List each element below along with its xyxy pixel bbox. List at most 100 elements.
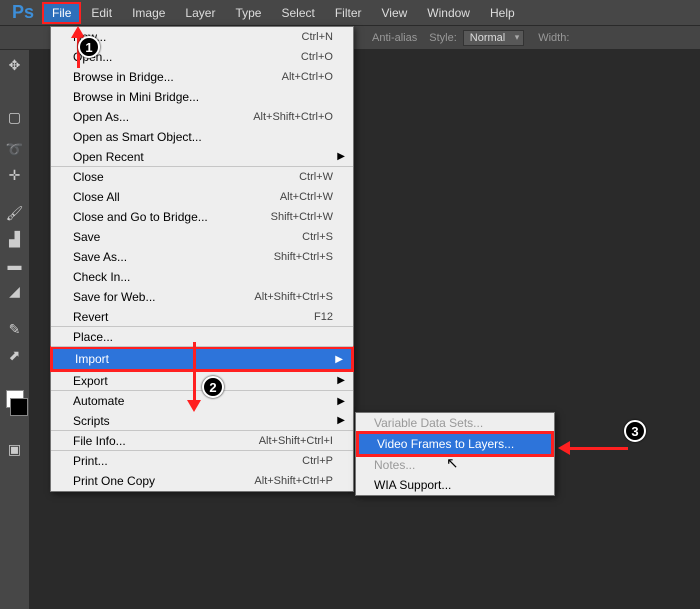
menu-item-label: File Info... [73, 434, 126, 448]
menu-item-label: Scripts [73, 414, 110, 428]
menu-item-close-and-go-to-bridge[interactable]: Close and Go to Bridge... Shift+Ctrl+W [51, 207, 353, 227]
menu-item-label: Export [73, 374, 108, 388]
menu-item-shortcut: F12 [314, 311, 333, 323]
menu-item-browse-in-bridge[interactable]: Browse in Bridge... Alt+Ctrl+O [51, 67, 353, 87]
path-tool-icon[interactable]: ⬈ [4, 344, 26, 366]
menu-item-shortcut: Ctrl+O [301, 51, 333, 63]
submenu-arrow-icon: ▶ [335, 354, 343, 365]
menu-item-label: Save [73, 230, 100, 244]
menu-file[interactable]: File [42, 2, 81, 24]
crop-tool-icon[interactable]: ✛ [4, 164, 26, 186]
menu-item-label: Open as Smart Object... [73, 130, 202, 144]
menu-item-import[interactable]: Import ▶ [53, 349, 351, 369]
menu-item-shortcut: Ctrl+P [302, 455, 333, 467]
menu-item-shortcut: Alt+Shift+Ctrl+P [254, 475, 333, 487]
menu-item-print[interactable]: Print... Ctrl+P [51, 451, 353, 471]
submenu-arrow-icon: ▶ [337, 396, 345, 407]
annotation-arrow-3 [568, 447, 628, 450]
menu-item-open-recent[interactable]: Open Recent ▶ [51, 147, 353, 167]
brush-tool-icon[interactable]: 🖌 [4, 202, 26, 224]
menu-item-shortcut: Ctrl+S [302, 231, 333, 243]
menu-item-label: Print One Copy [73, 474, 155, 488]
move-tool-icon[interactable]: ✥ [4, 54, 26, 76]
menu-item-close-all[interactable]: Close All Alt+Ctrl+W [51, 187, 353, 207]
menu-item-save[interactable]: Save Ctrl+S [51, 227, 353, 247]
menu-item-shortcut: Ctrl+W [299, 171, 333, 183]
menu-type[interactable]: Type [225, 2, 271, 24]
file-dropdown: New...Ctrl+NOpen...Ctrl+OBrowse in Bridg… [50, 26, 354, 492]
menu-select[interactable]: Select [271, 2, 324, 24]
menu-item-shortcut: Shift+Ctrl+W [271, 211, 333, 223]
menu-image[interactable]: Image [122, 2, 175, 24]
menu-item-shortcut: Alt+Ctrl+W [280, 191, 333, 203]
menu-item-shortcut: Alt+Shift+Ctrl+O [253, 111, 333, 123]
menu-item-file-info[interactable]: File Info... Alt+Shift+Ctrl+I [51, 431, 353, 451]
menu-item-label: Place... [73, 330, 113, 344]
gradient-tool-icon[interactable]: ◢ [4, 280, 26, 302]
menu-item-shortcut: Alt+Shift+Ctrl+I [259, 435, 333, 447]
annotation-badge-3: 3 [624, 420, 646, 442]
menu-item-label: Revert [73, 310, 108, 324]
style-select[interactable]: Normal [463, 30, 524, 46]
eraser-tool-icon[interactable]: ▬ [4, 254, 26, 276]
menu-window[interactable]: Window [417, 2, 480, 24]
menu-item-close[interactable]: Close Ctrl+W [51, 167, 353, 187]
menu-item-label: Save for Web... [73, 290, 155, 304]
menu-item-label: Save As... [73, 250, 127, 264]
annotation-arrow-2 [193, 342, 196, 402]
menu-item-automate[interactable]: Automate ▶ [51, 391, 353, 411]
menu-item-label: Browse in Mini Bridge... [73, 90, 199, 104]
annotation-badge-1: 1 [78, 36, 100, 58]
menu-item-shortcut: Alt+Shift+Ctrl+S [254, 291, 333, 303]
menu-item-label: Print... [73, 454, 108, 468]
style-label: Style: [429, 32, 457, 44]
quickmask-icon[interactable]: ▣ [4, 438, 26, 460]
menu-item-print-one-copy[interactable]: Print One Copy Alt+Shift+Ctrl+P [51, 471, 353, 491]
menu-item-label: Import [75, 352, 109, 366]
toolbox: ✥ ▢ ➰ ✛ 🖌 ▟ ▬ ◢ ✎ ⬈ ▣ [0, 50, 30, 609]
menu-item-shortcut: Shift+Ctrl+S [274, 251, 333, 263]
import-row-highlight: Import ▶ [50, 346, 354, 372]
menu-item-label: Automate [73, 394, 124, 408]
menu-item-browse-in-mini-bridge[interactable]: Browse in Mini Bridge... [51, 87, 353, 107]
submenu-item-variable-data-sets: Variable Data Sets... [356, 413, 554, 433]
menu-item-label: Browse in Bridge... [73, 70, 174, 84]
menu-item-label: Close and Go to Bridge... [73, 210, 208, 224]
menu-item-check-in[interactable]: Check In... [51, 267, 353, 287]
submenu-item-video-frames-to-layers[interactable]: Video Frames to Layers... [359, 434, 551, 454]
menu-item-save-as[interactable]: Save As... Shift+Ctrl+S [51, 247, 353, 267]
ps-logo: Ps [4, 2, 42, 23]
menu-layer[interactable]: Layer [175, 2, 225, 24]
background-swatch[interactable] [10, 398, 28, 416]
menu-item-save-for-web[interactable]: Save for Web... Alt+Shift+Ctrl+S [51, 287, 353, 307]
menu-view[interactable]: View [372, 2, 418, 24]
marquee-tool-icon[interactable]: ▢ [4, 106, 26, 128]
cursor-icon: ↖ [446, 454, 459, 472]
submenu-arrow-icon: ▶ [337, 375, 345, 386]
menu-item-revert[interactable]: Revert F12 [51, 307, 353, 327]
menu-item-open-as[interactable]: Open As... Alt+Shift+Ctrl+O [51, 107, 353, 127]
submenu-item-wia-support[interactable]: WIA Support... [356, 475, 554, 495]
menu-item-open-as-smart-object[interactable]: Open as Smart Object... [51, 127, 353, 147]
menu-item-label: Open Recent [73, 150, 144, 164]
submenu-arrow-icon: ▶ [337, 151, 345, 162]
antialias-label: Anti-alias [372, 32, 417, 44]
menu-item-scripts[interactable]: Scripts ▶ [51, 411, 353, 431]
pen-tool-icon[interactable]: ✎ [4, 318, 26, 340]
menu-filter[interactable]: Filter [325, 2, 372, 24]
lasso-tool-icon[interactable]: ➰ [4, 138, 26, 160]
menu-item-place[interactable]: Place... [51, 327, 353, 347]
menu-item-label: Close [73, 170, 104, 184]
menu-item-shortcut: Ctrl+N [302, 31, 333, 43]
menu-item-label: Close All [73, 190, 120, 204]
menu-help[interactable]: Help [480, 2, 525, 24]
submenu-arrow-icon: ▶ [337, 415, 345, 426]
menu-edit[interactable]: Edit [81, 2, 122, 24]
annotation-badge-2: 2 [202, 376, 224, 398]
width-label: Width: [538, 32, 569, 44]
menubar: Ps File Edit Image Layer Type Select Fil… [0, 0, 700, 26]
menu-item-label: Check In... [73, 270, 130, 284]
menu-item-shortcut: Alt+Ctrl+O [282, 71, 333, 83]
menu-item-label: Open As... [73, 110, 129, 124]
stamp-tool-icon[interactable]: ▟ [4, 228, 26, 250]
